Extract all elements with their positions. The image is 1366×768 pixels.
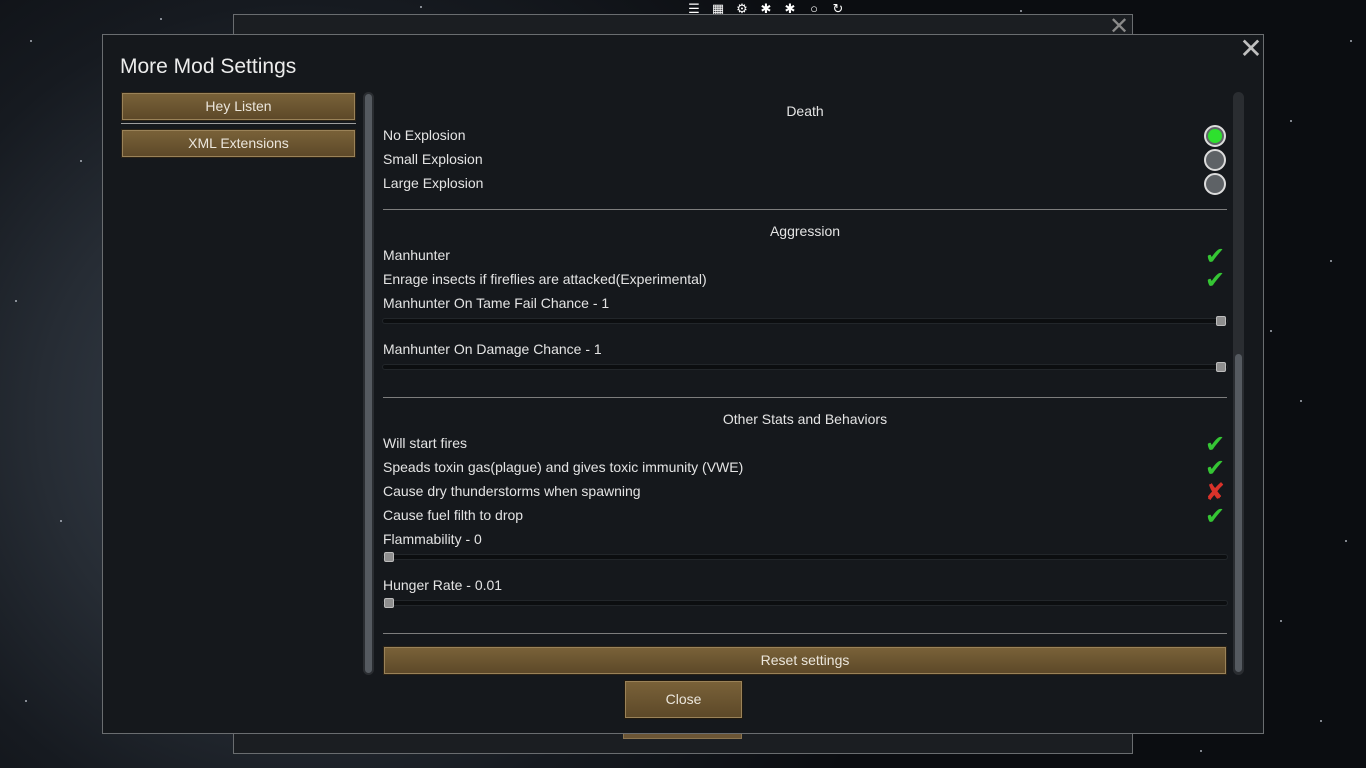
checkmark-icon[interactable]: ✔: [1203, 433, 1227, 457]
slider-handle[interactable]: [1216, 316, 1226, 326]
checkmark-icon[interactable]: ✔: [1203, 457, 1227, 481]
slider-track: [383, 601, 1227, 605]
radio-small-explosion[interactable]: [1204, 149, 1226, 171]
radio-large-explosion[interactable]: [1204, 173, 1226, 195]
slider-label: Flammability - 0: [383, 531, 482, 547]
settings-panel: Death No Explosion Small Explosion Large…: [383, 92, 1227, 675]
checkmark-icon[interactable]: ✔: [1203, 505, 1227, 529]
slider-track: [383, 365, 1227, 369]
mod-button-hey-listen[interactable]: Hey Listen: [121, 92, 356, 121]
toggle-label: Enrage insects if fireflies are attacked…: [383, 271, 707, 287]
slider-label: Manhunter On Tame Fail Chance - 1: [383, 295, 610, 311]
right-scrollbar[interactable]: [1233, 92, 1244, 675]
left-scrollbar[interactable]: [363, 92, 374, 675]
toggle-label: Manhunter: [383, 247, 450, 263]
checkmark-icon[interactable]: ✔: [1203, 269, 1227, 293]
slider-handle[interactable]: [1216, 362, 1226, 372]
slider-handle[interactable]: [384, 598, 394, 608]
slider-manhunter-damage[interactable]: [383, 362, 1227, 372]
option-label: Large Explosion: [383, 175, 484, 191]
mod-button-xml-extensions[interactable]: XML Extensions: [121, 129, 356, 158]
right-scrollbar-thumb[interactable]: [1235, 354, 1242, 672]
section-divider: [383, 397, 1227, 398]
option-label: Small Explosion: [383, 151, 483, 167]
slider-flammability[interactable]: [383, 552, 1227, 562]
toggle-label: Cause dry thunderstorms when spawning: [383, 483, 641, 499]
slider-hunger-rate[interactable]: [383, 598, 1227, 608]
toggle-label: Cause fuel filth to drop: [383, 507, 524, 523]
slider-handle[interactable]: [384, 552, 394, 562]
slider-label: Manhunter On Damage Chance - 1: [383, 341, 602, 357]
mod-list-divider: [121, 123, 356, 124]
dialog-title: More Mod Settings: [120, 55, 297, 78]
close-icon[interactable]: ✕: [1239, 35, 1263, 63]
toggle-label: Speads toxin gas(plague) and gives toxic…: [383, 459, 744, 475]
option-label: No Explosion: [383, 127, 466, 143]
cross-icon[interactable]: ✘: [1203, 481, 1227, 505]
section-divider: [383, 633, 1227, 634]
slider-track: [383, 319, 1227, 323]
slider-track: [383, 555, 1227, 559]
radio-no-explosion[interactable]: [1204, 125, 1226, 147]
reset-settings-button[interactable]: Reset settings: [383, 646, 1227, 675]
mod-settings-dialog: More Mod Settings ✕ Hey Listen XML Exten…: [102, 34, 1264, 734]
section-divider: [383, 209, 1227, 210]
section-title-aggression: Aggression: [769, 223, 841, 239]
slider-label: Hunger Rate - 0.01: [383, 577, 503, 593]
close-button[interactable]: Close: [624, 680, 743, 719]
left-scrollbar-thumb[interactable]: [365, 94, 372, 673]
section-title-death: Death: [786, 103, 824, 119]
section-title-other: Other Stats and Behaviors: [722, 411, 888, 427]
toggle-label: Will start fires: [383, 435, 467, 451]
checkmark-icon[interactable]: ✔: [1203, 245, 1227, 269]
slider-manhunter-tame-fail[interactable]: [383, 316, 1227, 326]
